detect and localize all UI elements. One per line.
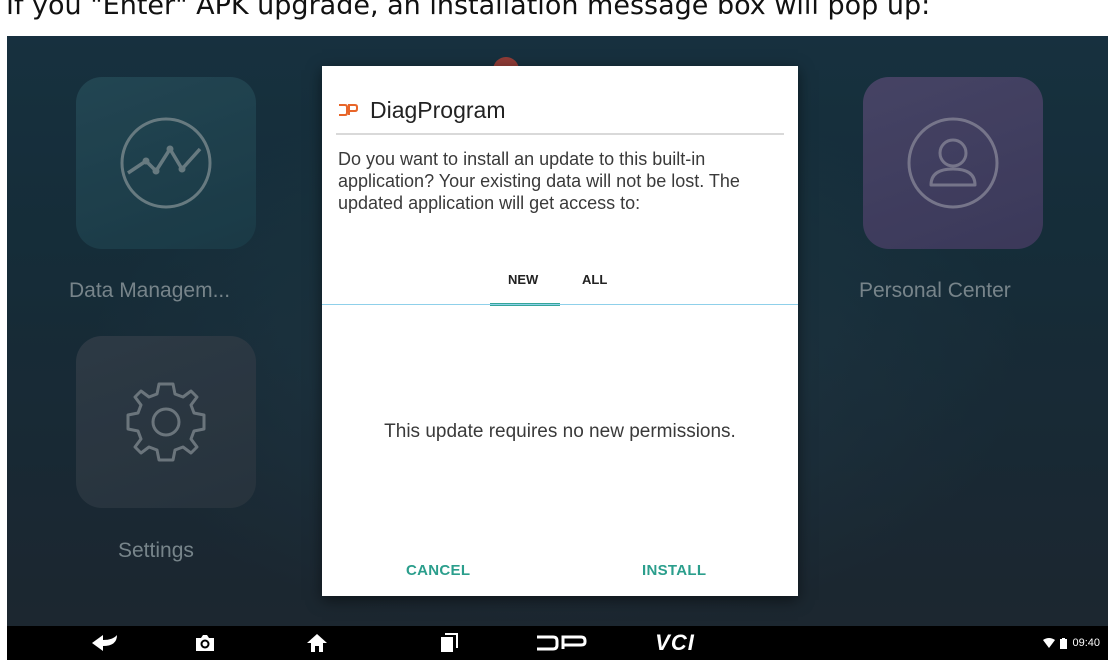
recent-apps-button[interactable] <box>434 626 464 660</box>
tab-new[interactable]: NEW <box>508 272 538 287</box>
cancel-button[interactable]: CANCEL <box>406 562 470 579</box>
dp-app-button[interactable] <box>531 626 591 660</box>
diagprogram-logo-icon <box>339 104 358 116</box>
permission-tabs: NEW ALL <box>322 266 798 306</box>
vci-label: VCI <box>655 630 695 655</box>
clock: 09:40 <box>1072 637 1100 649</box>
dialog-header: DiagProgram <box>338 92 506 128</box>
dialog-title: DiagProgram <box>370 96 506 123</box>
header-divider <box>336 133 784 135</box>
tab-all[interactable]: ALL <box>582 272 607 287</box>
vci-button[interactable]: VCI <box>645 626 705 660</box>
camera-icon <box>196 635 214 651</box>
home-button[interactable] <box>302 626 332 660</box>
navigation-bar: VCI 09:40 <box>7 626 1108 660</box>
dp-logo-icon <box>537 635 587 651</box>
tabs-divider <box>322 304 798 305</box>
install-dialog: DiagProgram Do you want to install an up… <box>322 66 798 596</box>
screenshot-button[interactable] <box>190 626 220 660</box>
recent-apps-icon <box>441 633 458 652</box>
status-area: 09:40 <box>1043 626 1100 660</box>
caption-text: If you "Enter" APK upgrade, an installat… <box>0 0 1108 24</box>
permissions-message: This update requires no new permissions. <box>384 421 736 442</box>
install-button[interactable]: INSTALL <box>642 562 706 579</box>
back-button[interactable] <box>85 626 125 660</box>
home-icon <box>307 634 327 652</box>
battery-icon <box>1060 637 1068 649</box>
dialog-message: Do you want to install an update to this… <box>338 149 740 213</box>
wifi-icon <box>1043 638 1056 648</box>
back-arrow-icon <box>92 635 117 651</box>
